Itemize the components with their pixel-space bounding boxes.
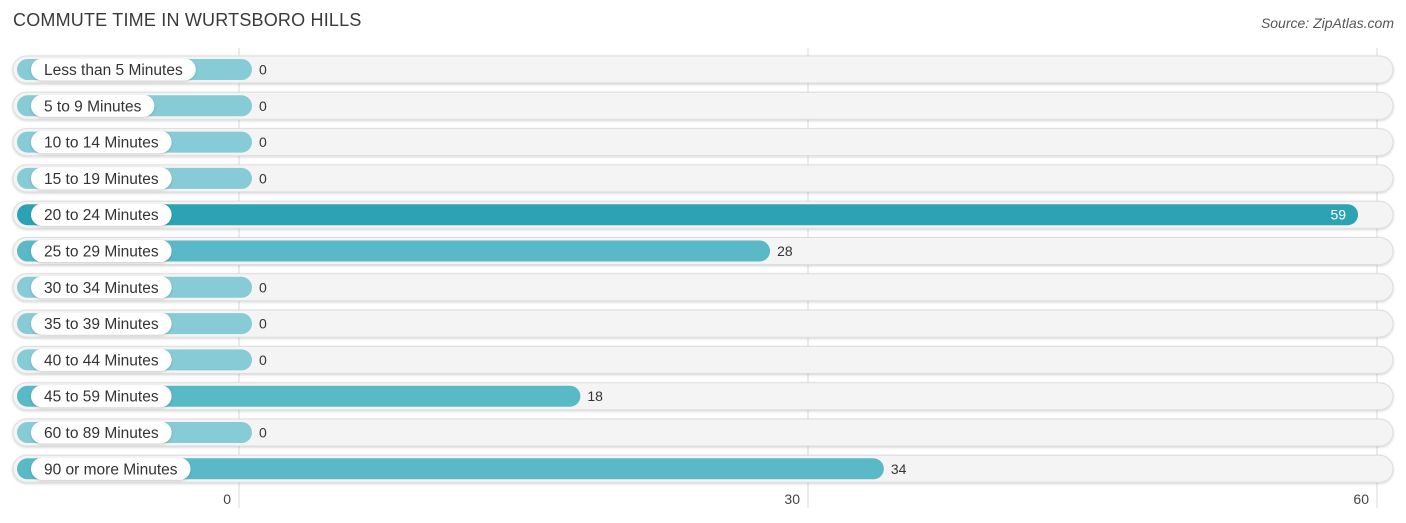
value-label: 0 <box>259 170 267 186</box>
category-label: 5 to 9 Minutes <box>44 98 142 115</box>
bar-chart: Less than 5 Minutes 05 to 9 Minutes 010 to… <box>12 48 1394 508</box>
bar-rows: Less than 5 Minutes 05 to 9 Minutes 010 to… <box>12 55 1394 483</box>
value-label: 18 <box>587 388 603 404</box>
bar-row: 10 to 14 Minutes 0 <box>12 128 1394 157</box>
category-label: 35 to 39 Minutes <box>44 316 159 333</box>
category-label: 15 to 19 Minutes <box>44 171 159 188</box>
bar-row: 15 to 19 Minutes 0 <box>12 164 1394 193</box>
value-label: 34 <box>891 461 907 477</box>
category-label: 10 to 14 Minutes <box>44 135 159 152</box>
category-label: Less than 5 Minutes <box>44 62 183 79</box>
value-label: 0 <box>259 62 267 78</box>
value-label: 0 <box>259 98 267 114</box>
bar-row: 90 or more Minutes 34 <box>12 454 1394 483</box>
category-label: 25 to 29 Minutes <box>44 244 159 261</box>
bar-row: 5 to 9 Minutes 0 <box>12 91 1394 120</box>
category-label: 30 to 34 Minutes <box>44 280 159 297</box>
value-label: 0 <box>259 425 267 441</box>
category-label: 90 or more Minutes <box>44 461 178 478</box>
bar-row: 35 to 39 Minutes 0 <box>12 309 1394 338</box>
x-tick-label: 30 <box>784 491 800 507</box>
bar-row: 40 to 44 Minutes 0 <box>12 345 1394 374</box>
category-label: 60 to 89 Minutes <box>44 425 159 442</box>
category-label: 20 to 24 Minutes <box>44 207 159 224</box>
value-label: 0 <box>259 279 267 295</box>
value-label: 0 <box>259 316 267 332</box>
x-tick-label: 0 <box>223 491 231 507</box>
bar-row: 20 to 24 Minutes 59 <box>12 200 1394 229</box>
category-label: 45 to 59 Minutes <box>44 389 159 406</box>
category-label: 40 to 44 Minutes <box>44 352 159 369</box>
bar-row: Less than 5 Minutes 0 <box>12 55 1394 84</box>
value-label: 0 <box>259 352 267 368</box>
value-label: 59 <box>1330 207 1346 223</box>
x-tick-label: 60 <box>1353 491 1369 507</box>
bar-row: 30 to 34 Minutes 0 <box>12 273 1394 302</box>
x-axis-ticks: 0 30 60 <box>223 491 1369 507</box>
bar-row: 25 to 29 Minutes 28 <box>12 237 1394 265</box>
bar <box>17 204 1359 226</box>
value-label: 0 <box>259 134 267 150</box>
bar-row: 60 to 89 Minutes 0 <box>12 418 1394 447</box>
value-label: 28 <box>777 243 793 259</box>
bar-row: 45 to 59 Minutes 18 <box>12 382 1394 411</box>
